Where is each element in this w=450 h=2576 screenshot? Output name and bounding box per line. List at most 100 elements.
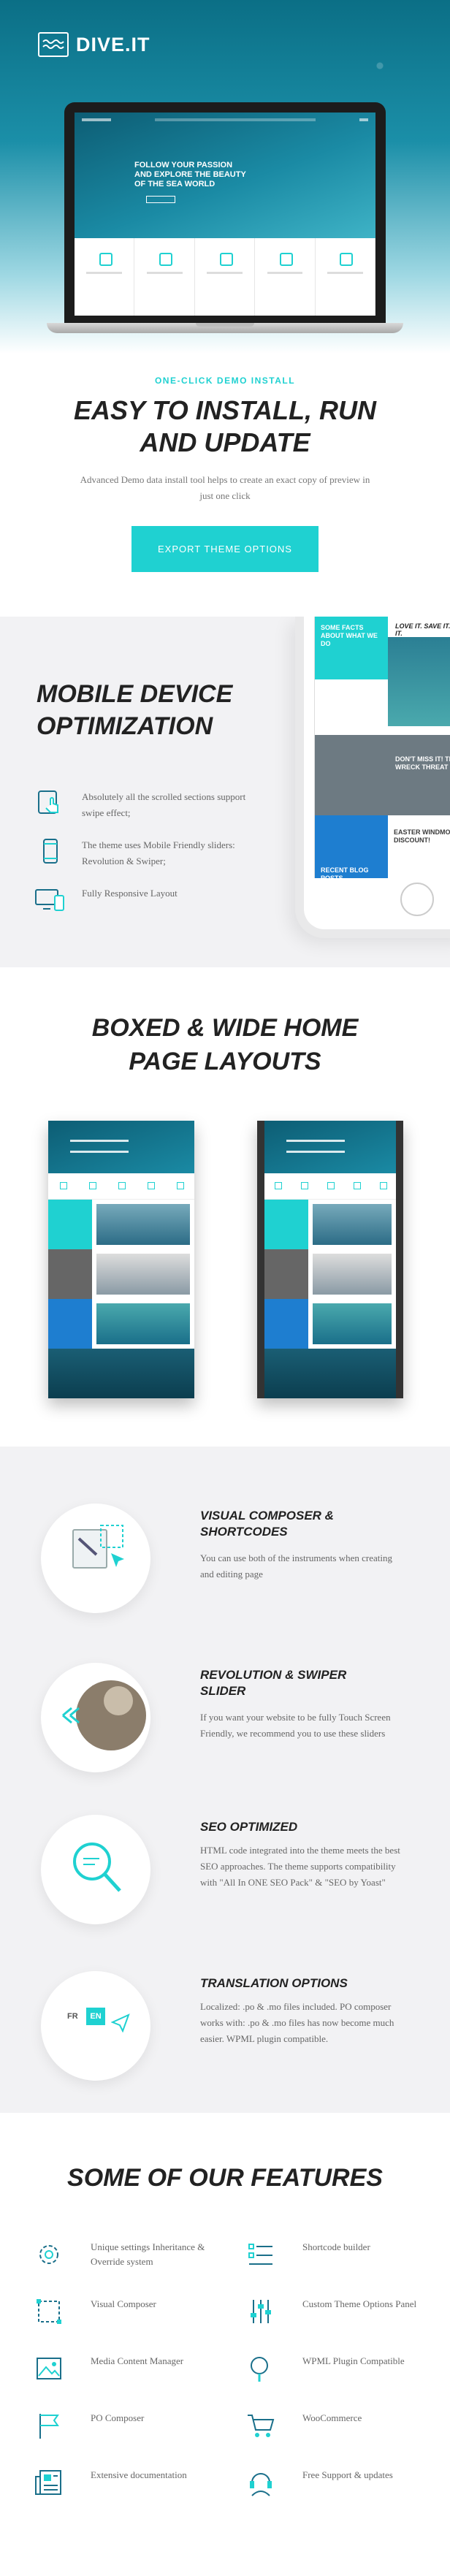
some-features-section: SOME OF OUR FEATURES Unique settings Inh… bbox=[0, 2113, 450, 2576]
laptop-column bbox=[134, 238, 195, 316]
sliders-icon bbox=[244, 2297, 278, 2329]
mobile-feature-item: The theme uses Mobile Friendly sliders: … bbox=[34, 837, 264, 869]
feature-item: Media Content Manager bbox=[32, 2354, 244, 2390]
feature-item-text: WooCommerce bbox=[302, 2412, 362, 2423]
preview-block bbox=[48, 1249, 194, 1299]
feature-row-description: Localized: .po & .mo files included. PO … bbox=[200, 2001, 394, 2044]
preview-block bbox=[48, 1200, 194, 1249]
laptop-column bbox=[75, 238, 135, 316]
install-eyebrow: ONE-CLICK DEMO INSTALL bbox=[154, 376, 296, 386]
feature-item: WPML Plugin Compatible bbox=[244, 2354, 427, 2390]
some-features-title: SOME OF OUR FEATURES bbox=[67, 2164, 383, 2192]
mobile-title: MOBILE DEVICE OPTIMIZATION bbox=[37, 678, 256, 742]
language-switch-icon: FR EN bbox=[41, 1971, 150, 2081]
install-title-line: AND UPDATE bbox=[140, 427, 310, 457]
support-headset-icon bbox=[244, 2468, 278, 2500]
feature-item-text: Unique settings Inheritance & Override s… bbox=[91, 2241, 205, 2267]
laptop-nav bbox=[82, 118, 368, 121]
features-grid: Unique settings Inheritance & Override s… bbox=[32, 2240, 427, 2504]
list-icon bbox=[244, 2240, 278, 2272]
selection-icon bbox=[32, 2297, 66, 2329]
preview-header bbox=[48, 1121, 194, 1173]
feature-row-description: HTML code integrated into the theme meet… bbox=[200, 1845, 400, 1888]
feature-item-text: PO Composer bbox=[91, 2412, 145, 2423]
preview-block bbox=[264, 1299, 396, 1349]
mobile-feature-item: Fully Responsive Layout bbox=[34, 885, 264, 915]
laptop-mockup: FOLLOW YOUR PASSION AND EXPLORE THE BEAU… bbox=[47, 102, 403, 333]
boxed-layout-preview[interactable] bbox=[257, 1121, 403, 1398]
phone-mockup: SOME FACTS ABOUT WHAT WE DO LOVE IT. SAV… bbox=[295, 617, 450, 938]
logo[interactable]: DIVE.IT bbox=[38, 32, 150, 57]
mobile-section: MOBILE DEVICE OPTIMIZATION Absolutely al… bbox=[0, 617, 450, 967]
phone-block-label: RECENT BLOG POSTS bbox=[315, 815, 388, 878]
boxed-title-line: PAGE LAYOUTS bbox=[129, 1048, 321, 1075]
feature-row-title: SEO OPTIMIZED bbox=[200, 1820, 298, 1834]
feature-row-title: VISUAL COMPOSER & SHORTCODES bbox=[200, 1508, 405, 1540]
feature-item: WooCommerce bbox=[244, 2411, 427, 2447]
wave-logo-icon bbox=[38, 32, 69, 57]
feature-item-text: Shortcode builder bbox=[302, 2241, 370, 2252]
preview-icons bbox=[264, 1173, 396, 1200]
phone-block: DON'T MISS IT! TRIPLE WRECK THREAT bbox=[315, 735, 450, 815]
phone-block-label: SOME FACTS ABOUT WHAT WE DO bbox=[315, 617, 388, 679]
preview-footer bbox=[48, 1349, 194, 1398]
boxed-section: BOXED & WIDE HOME PAGE LAYOUTS bbox=[0, 967, 450, 1447]
boxed-title-line: BOXED & WIDE HOME bbox=[91, 1014, 359, 1042]
laptop-feature-columns bbox=[75, 238, 375, 316]
laptop-headline: FOLLOW YOUR PASSION AND EXPLORE THE BEAU… bbox=[134, 161, 246, 189]
feature-row-title-line: SLIDER bbox=[200, 1684, 246, 1698]
wide-layout-preview[interactable] bbox=[48, 1121, 194, 1398]
preview-header bbox=[264, 1121, 396, 1173]
feature-rows-section: VISUAL COMPOSER & SHORTCODES You can use … bbox=[0, 1447, 450, 2113]
feature-item: Shortcode builder bbox=[244, 2240, 427, 2276]
laptop-read-more-button bbox=[146, 196, 175, 203]
feature-row-title: REVOLUTION & SWIPER SLIDER bbox=[200, 1667, 405, 1699]
laptop-column bbox=[195, 238, 256, 316]
laptop-display: FOLLOW YOUR PASSION AND EXPLORE THE BEAU… bbox=[75, 113, 375, 316]
feature-row-description: You can use both of the instruments when… bbox=[200, 1552, 392, 1579]
export-theme-options-button[interactable]: EXPORT THEME OPTIONS bbox=[131, 526, 319, 572]
phone-block: RECENT BLOG POSTS EASTER WINDMOUNT DISCO… bbox=[315, 815, 450, 878]
feature-row-title-line: SHORTCODES bbox=[200, 1525, 288, 1539]
feature-item-text: Media Content Manager bbox=[91, 2355, 184, 2366]
lang-option-en: EN bbox=[86, 2008, 105, 2025]
hero-section: DIVE.IT FOLLOW YOUR PASSION AND EXPLORE … bbox=[0, 0, 450, 354]
gear-icon bbox=[32, 2240, 66, 2272]
feature-row-description: If you want your website to be fully Tou… bbox=[200, 1712, 391, 1739]
feature-item-text: Custom Theme Options Panel bbox=[302, 2298, 417, 2309]
lang-option-fr: FR bbox=[67, 2012, 78, 2021]
newspaper-icon bbox=[32, 2468, 66, 2500]
preview-block bbox=[48, 1299, 194, 1349]
feature-item: Visual Composer bbox=[32, 2297, 244, 2333]
magnifier-icon bbox=[41, 1815, 150, 1924]
preview-block bbox=[264, 1200, 396, 1249]
feature-row-title-line: VISUAL COMPOSER & bbox=[200, 1509, 334, 1523]
search-doc-icon bbox=[244, 2354, 278, 2386]
feature-row: SEO OPTIMIZED HTML code integrated into … bbox=[41, 1815, 421, 1939]
feature-row-title: TRANSLATION OPTIONS bbox=[200, 1976, 348, 1990]
install-title-line: EASY TO INSTALL, RUN bbox=[73, 395, 377, 425]
mobile-feature-list: Absolutely all the scrolled sections sup… bbox=[34, 789, 264, 931]
image-icon bbox=[32, 2354, 66, 2386]
phone-header: LOVE IT. SAVE IT. DIVE IT. bbox=[395, 622, 450, 637]
mobile-title-line: MOBILE DEVICE bbox=[37, 680, 233, 708]
flag-icon bbox=[32, 2411, 66, 2443]
install-description: Advanced Demo data install tool helps to… bbox=[80, 474, 370, 501]
feature-item: Unique settings Inheritance & Override s… bbox=[32, 2240, 244, 2276]
boxed-title: BOXED & WIDE HOME PAGE LAYOUTS bbox=[0, 1011, 450, 1078]
feature-row-title-line: REVOLUTION & SWIPER bbox=[200, 1668, 347, 1682]
preview-icons bbox=[48, 1173, 194, 1200]
phone-screen: SOME FACTS ABOUT WHAT WE DO LOVE IT. SAV… bbox=[314, 617, 450, 878]
laptop-headline-line: AND EXPLORE THE BEAUTY bbox=[134, 170, 246, 179]
feature-row: FR EN TRANSLATION OPTIONS Localized: .po… bbox=[41, 1971, 421, 2095]
slider-arrows-icon bbox=[41, 1663, 150, 1772]
mobile-feature-item: Absolutely all the scrolled sections sup… bbox=[34, 789, 264, 821]
feature-item-text: WPML Plugin Compatible bbox=[302, 2355, 405, 2366]
feature-item: Free Support & updates bbox=[244, 2468, 427, 2504]
cursor-click-icon bbox=[41, 1504, 150, 1613]
feature-row: VISUAL COMPOSER & SHORTCODES You can use … bbox=[41, 1504, 421, 1628]
feature-item-text: Visual Composer bbox=[91, 2298, 156, 2309]
feature-item: PO Composer bbox=[32, 2411, 244, 2447]
laptop-column bbox=[316, 238, 375, 316]
laptop-headline-line: FOLLOW YOUR PASSION bbox=[134, 161, 233, 169]
